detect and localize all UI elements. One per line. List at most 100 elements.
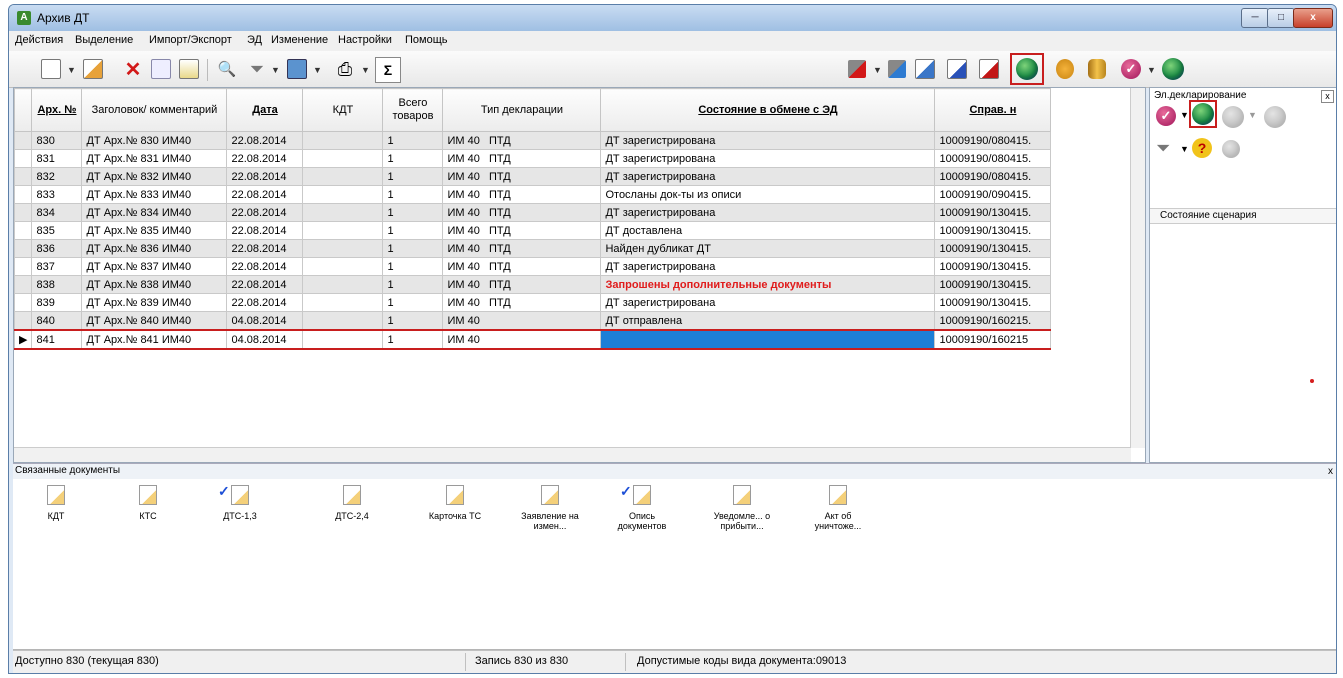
cell-date[interactable]: 22.08.2014 xyxy=(226,131,304,150)
globe-send-icon[interactable] xyxy=(1189,100,1217,128)
cell-kdt[interactable] xyxy=(302,329,384,350)
cell-state[interactable]: ДТ зарегистрирована xyxy=(600,293,936,312)
cell-arch-no[interactable]: 833 xyxy=(31,185,83,204)
filter-dropdown-arrow[interactable]: ▼ xyxy=(1180,144,1189,154)
cell-goods[interactable]: 1 xyxy=(382,203,444,222)
cell-type[interactable]: ИМ 40 ПТД xyxy=(442,239,602,258)
question-icon[interactable]: ? xyxy=(1192,138,1212,158)
cell-goods[interactable]: 1 xyxy=(382,257,444,276)
cell-kdt[interactable] xyxy=(302,167,384,186)
menu-actions[interactable]: Действия xyxy=(15,34,63,46)
cell-arch-no[interactable]: 840 xyxy=(31,311,83,331)
cell-type[interactable]: ИМ 40 ПТД xyxy=(442,275,602,294)
xml-import-icon[interactable] xyxy=(845,57,869,81)
xml-dropdown-arrow[interactable]: ▼ xyxy=(873,65,882,75)
cell-ref[interactable]: 10009190/080415. xyxy=(934,149,1052,168)
row-indicator[interactable] xyxy=(14,131,33,150)
cell-type[interactable]: ИМ 40 ПТД xyxy=(442,293,602,312)
cell-ref[interactable]: 10009190/080415. xyxy=(934,167,1052,186)
filter-icon[interactable]: ⏷ xyxy=(1156,138,1170,159)
cell-goods[interactable]: 1 xyxy=(382,239,444,258)
cell-title[interactable]: ДТ Арх.№ 838 ИМ40 xyxy=(81,275,228,294)
cell-date[interactable]: 22.08.2014 xyxy=(226,149,304,168)
sum-icon[interactable]: Σ xyxy=(375,57,401,83)
cell-type[interactable]: ИМ 40 ПТД xyxy=(442,167,602,186)
cell-state[interactable]: ДТ зарегистрирована xyxy=(600,131,936,150)
cell-title[interactable]: ДТ Арх.№ 841 ИМ40 xyxy=(81,329,228,350)
menu-ed[interactable]: ЭД xyxy=(247,34,262,46)
cell-goods[interactable]: 1 xyxy=(382,185,444,204)
doc-flag-icon[interactable] xyxy=(945,57,969,81)
doc-destruction-act[interactable]: Акт об уничтоже... xyxy=(803,485,873,531)
globe-icon[interactable] xyxy=(1161,57,1185,81)
column-ref[interactable]: Справ. н xyxy=(934,88,1052,132)
cell-kdt[interactable] xyxy=(302,149,384,168)
table-row[interactable]: 833 ДТ Арх.№ 833 ИМ40 22.08.2014 1 ИМ 40… xyxy=(14,185,1052,204)
cell-arch-no[interactable]: 835 xyxy=(31,221,83,240)
cell-date[interactable]: 22.08.2014 xyxy=(226,257,304,276)
doc-kts[interactable]: КТС xyxy=(113,485,183,521)
cell-ref[interactable]: 10009190/080415. xyxy=(934,131,1052,150)
filter-dropdown-arrow[interactable]: ▼ xyxy=(271,65,280,75)
vertical-scrollbar[interactable] xyxy=(1130,88,1145,448)
cell-state[interactable]: ДТ зарегистрирована xyxy=(600,167,936,186)
cell-kdt[interactable] xyxy=(302,185,384,204)
cell-title[interactable]: ДТ Арх.№ 834 ИМ40 xyxy=(81,203,228,222)
row-indicator[interactable] xyxy=(14,185,33,204)
cell-kdt[interactable] xyxy=(302,221,384,240)
cell-type[interactable]: ИМ 40 xyxy=(442,329,602,350)
cell-title[interactable]: ДТ Арх.№ 833 ИМ40 xyxy=(81,185,228,204)
row-indicator[interactable] xyxy=(14,293,33,312)
cell-arch-no[interactable]: 839 xyxy=(31,293,83,312)
cell-kdt[interactable] xyxy=(302,239,384,258)
cell-arch-no[interactable]: 837 xyxy=(31,257,83,276)
print-dropdown-arrow[interactable]: ▼ xyxy=(361,65,370,75)
row-indicator[interactable] xyxy=(14,311,33,331)
row-indicator[interactable] xyxy=(14,257,33,276)
edit-icon[interactable] xyxy=(81,57,105,81)
cell-kdt[interactable] xyxy=(302,311,384,331)
table-row[interactable]: 830 ДТ Арх.№ 830 ИМ40 22.08.2014 1 ИМ 40… xyxy=(14,131,1052,150)
e-declaration-close-button[interactable]: x xyxy=(1321,90,1334,103)
row-indicator[interactable] xyxy=(14,275,33,294)
xml-sign-icon[interactable] xyxy=(913,57,937,81)
doc-dts-2-4[interactable]: ДТС-2,4 xyxy=(317,485,387,521)
cell-state[interactable]: ДТ зарегистрирована xyxy=(600,149,936,168)
cell-ref[interactable]: 10009190/130415. xyxy=(934,221,1052,240)
cell-type[interactable]: ИМ 40 ПТД xyxy=(442,221,602,240)
xml-export-icon[interactable] xyxy=(885,57,909,81)
cell-kdt[interactable] xyxy=(302,203,384,222)
table-row[interactable]: 839 ДТ Арх.№ 839 ИМ40 22.08.2014 1 ИМ 40… xyxy=(14,293,1052,312)
cell-state-warning[interactable]: Запрошены дополнительные документы xyxy=(600,275,936,294)
cell-type[interactable]: ИМ 40 ПТД xyxy=(442,257,602,276)
column-total-goods[interactable]: Всего товаров xyxy=(382,88,444,132)
cell-ref[interactable]: 10009190/160215. xyxy=(934,311,1052,331)
doc-kdt[interactable]: КДТ xyxy=(21,485,91,521)
archive-tank-icon[interactable] xyxy=(1053,57,1077,81)
cell-ref[interactable]: 10009190/090415. xyxy=(934,185,1052,204)
cell-ref[interactable]: 10009190/130415. xyxy=(934,293,1052,312)
export-dropdown-arrow[interactable]: ▼ xyxy=(313,65,322,75)
menu-selection[interactable]: Выделение xyxy=(75,34,133,46)
cell-state[interactable]: ДТ отправлена xyxy=(600,311,936,331)
table-row[interactable]: 838 ДТ Арх.№ 838 ИМ40 22.08.2014 1 ИМ 40… xyxy=(14,275,1052,294)
table-row[interactable]: 840 ДТ Арх.№ 840 ИМ40 04.08.2014 1 ИМ 40… xyxy=(14,311,1052,331)
row-indicator[interactable] xyxy=(14,203,33,222)
cell-type[interactable]: ИМ 40 ПТД xyxy=(442,131,602,150)
row-indicator[interactable] xyxy=(14,221,33,240)
cell-arch-no[interactable]: 831 xyxy=(31,149,83,168)
column-ed-state[interactable]: Состояние в обмене с ЭД xyxy=(600,88,936,132)
cell-ref[interactable]: 10009190/160215 xyxy=(934,329,1052,350)
cell-date[interactable]: 22.08.2014 xyxy=(226,185,304,204)
print-icon[interactable]: ⎙ xyxy=(333,57,357,81)
cell-goods[interactable]: 1 xyxy=(382,293,444,312)
copy-icon[interactable] xyxy=(149,57,173,81)
cell-type[interactable]: ИМ 40 xyxy=(442,311,602,331)
cell-title[interactable]: ДТ Арх.№ 835 ИМ40 xyxy=(81,221,228,240)
cell-goods[interactable]: 1 xyxy=(382,131,444,150)
cell-type[interactable]: ИМ 40 ПТД xyxy=(442,185,602,204)
check-icon[interactable]: ✓ xyxy=(1119,57,1143,81)
cell-kdt[interactable] xyxy=(302,257,384,276)
cell-state-selected[interactable] xyxy=(600,329,936,350)
cell-arch-no[interactable]: 838 xyxy=(31,275,83,294)
